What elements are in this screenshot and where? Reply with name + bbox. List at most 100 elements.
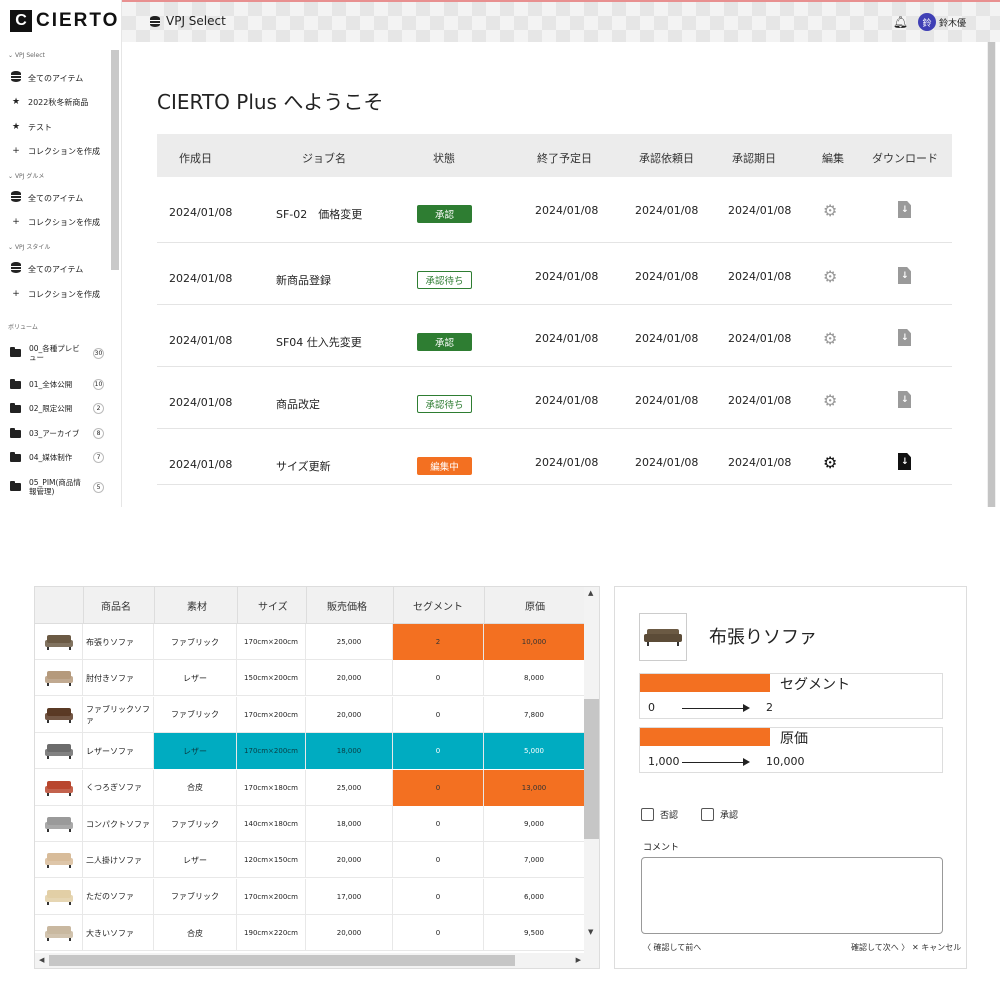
sidebar-section-gourmet[interactable]: ⌄ VPJ グルメ	[8, 171, 44, 180]
volume-item[interactable]: 02_限定公開 2	[10, 402, 110, 414]
confirm-next-link[interactable]: 確認して次へ 〉	[851, 942, 909, 953]
plus-icon: +	[12, 146, 20, 156]
download-icon[interactable]	[898, 267, 911, 284]
col-product-name[interactable]: 商品名	[101, 598, 131, 613]
job-name[interactable]: サイズ更新	[276, 458, 331, 474]
main-scrollbar-thumb[interactable]	[988, 42, 995, 507]
comment-field[interactable]	[641, 857, 943, 934]
reject-label: 否認	[660, 811, 679, 821]
product-row[interactable]: くつろぎソファ 合皮 170cm×180cm 25,000 0 13,000	[35, 769, 585, 806]
col-due-date[interactable]: 承認期日	[732, 150, 776, 166]
sidebar-scrollbar[interactable]	[111, 50, 119, 270]
product-row[interactable]: 二人掛けソファ レザー 120cm×150cm 20,000 0 7,000	[35, 842, 585, 879]
product-row[interactable]: 大きいソファ 合皮 190cm×220cm 20,000 0 9,500	[35, 915, 585, 952]
volume-item[interactable]: 05_PIM(商品情報管理) 5	[10, 478, 110, 496]
sidebar-item-style-all[interactable]: 全てのアイテム	[10, 262, 110, 276]
gear-icon[interactable]: ⚙	[823, 453, 837, 472]
job-end-date: 2024/01/08	[535, 270, 599, 283]
sidebar-item-select-test[interactable]: ★ テスト	[10, 120, 110, 134]
product-segment: 0	[393, 842, 484, 879]
gear-icon[interactable]: ⚙	[823, 201, 837, 220]
product-row[interactable]: 布張りソファ ファブリック 170cm×200cm 25,000 2 10,000	[35, 624, 585, 660]
job-request-date: 2024/01/08	[635, 394, 699, 407]
product-table-hscrollbar[interactable]: ◀ ▶	[35, 953, 599, 968]
col-request-date[interactable]: 承認依頼日	[639, 150, 694, 166]
sidebar-item-select-all[interactable]: 全てのアイテム	[10, 71, 110, 85]
download-icon[interactable]	[898, 391, 911, 408]
cost-to-value: 10,000	[766, 755, 805, 768]
col-cost[interactable]: 原価	[525, 598, 545, 613]
job-row[interactable]: 2024/01/08 SF-02 価格変更 承認 2024/01/08 2024/01/…	[157, 177, 952, 243]
download-icon[interactable]	[898, 201, 911, 218]
col-end-date[interactable]: 終了予定日	[537, 150, 592, 166]
scroll-left-icon[interactable]: ◀	[39, 956, 44, 964]
volume-item[interactable]: 01_全体公開 10	[10, 378, 110, 390]
sidebar-item-gourmet-create[interactable]: + コレクションを作成	[10, 215, 110, 229]
sidebar-section-select[interactable]: ⌄ VPJ Select	[8, 52, 45, 59]
sidebar-section-style[interactable]: ⌄ VPJ スタイル	[8, 242, 50, 251]
download-icon[interactable]	[898, 453, 911, 470]
confirm-prev-link[interactable]: 〈 確認して前へ	[643, 942, 701, 953]
volume-item[interactable]: 03_アーカイブ 8	[10, 427, 110, 439]
product-table-hscroll-thumb[interactable]	[49, 955, 515, 966]
product-material: 合皮	[154, 769, 237, 806]
sidebar-item-select-create[interactable]: + コレクションを作成	[10, 144, 110, 158]
product-row[interactable]: ファブリックソファ ファブリック 170cm×200cm 20,000 0 7,800	[35, 696, 585, 733]
job-name[interactable]: 新商品登録	[276, 272, 331, 288]
job-name[interactable]: 商品改定	[276, 396, 320, 412]
product-thumbnail	[35, 806, 83, 842]
reject-checkbox[interactable]: 否認	[641, 808, 678, 821]
job-due-date: 2024/01/08	[728, 332, 792, 345]
job-created: 2024/01/08	[169, 334, 233, 347]
col-size[interactable]: サイズ	[258, 598, 288, 613]
job-name[interactable]: SF-02 価格変更	[276, 206, 362, 222]
job-name[interactable]: SF04 仕入先変更	[276, 334, 362, 350]
download-icon[interactable]	[898, 329, 911, 346]
logo[interactable]: C CIERTO	[0, 0, 122, 42]
gear-icon[interactable]: ⚙	[823, 267, 837, 286]
avatar[interactable]: 鈴	[918, 13, 936, 31]
product-row[interactable]: ただのソファ ファブリック 170cm×200cm 17,000 0 6,000	[35, 878, 585, 915]
product-table-vscrollbar[interactable]: ▲ ▼	[584, 587, 599, 954]
sofa-icon	[44, 635, 73, 650]
product-cost: 10,000	[484, 624, 585, 660]
job-table: 作成日 ジョブ名 状態 終了予定日 承認依頼日 承認期日 編集 ダウンロード 2…	[157, 134, 952, 485]
gear-icon[interactable]: ⚙	[823, 329, 837, 348]
sidebar-item-gourmet-all[interactable]: 全てのアイテム	[10, 191, 110, 205]
job-row[interactable]: 2024/01/08 SF04 仕入先変更 承認 2024/01/08 2024/01/…	[157, 305, 952, 367]
job-row[interactable]: 2024/01/08 新商品登録 承認待ち 2024/01/08 2024/01/08 2…	[157, 243, 952, 305]
product-row[interactable]: レザーソファ レザー 170cm×200cm 18,000 0 5,000	[35, 733, 585, 770]
job-rows: 2024/01/08 SF-02 価格変更 承認 2024/01/08 2024/01/…	[157, 177, 952, 485]
cancel-link[interactable]: ✕ キャンセル	[912, 942, 961, 953]
job-table-header: 作成日 ジョブ名 状態 終了予定日 承認依頼日 承認期日 編集 ダウンロード	[157, 134, 952, 177]
job-row[interactable]: 2024/01/08 サイズ更新 編集中 2024/01/08 2024/01/08 20…	[157, 429, 952, 485]
col-material[interactable]: 素材	[187, 598, 207, 613]
product-size: 190cm×220cm	[237, 915, 306, 952]
product-row[interactable]: コンパクトソファ ファブリック 140cm×180cm 18,000 0 9,000	[35, 806, 585, 842]
col-status[interactable]: 状態	[433, 150, 455, 166]
volume-item[interactable]: 00_各種プレビュー 30	[10, 344, 110, 362]
approve-checkbox[interactable]: 承認	[701, 808, 738, 821]
sidebar-item-select-2022[interactable]: ★ 2022秋冬新商品	[10, 95, 110, 109]
col-segment[interactable]: セグメント	[413, 598, 463, 613]
gear-icon[interactable]: ⚙	[823, 391, 837, 410]
reject-checkbox-box[interactable]	[641, 808, 654, 821]
scroll-right-icon[interactable]: ▶	[576, 956, 581, 964]
col-job-name[interactable]: ジョブ名	[302, 150, 346, 166]
username[interactable]: 鈴木優	[939, 16, 966, 29]
logo-text: CIERTO	[36, 10, 120, 31]
job-row[interactable]: 2024/01/08 商品改定 承認待ち 2024/01/08 2024/01/08 20…	[157, 367, 952, 429]
product-row[interactable]: 肘付きソファ レザー 150cm×200cm 20,000 0 8,000	[35, 660, 585, 697]
scroll-down-icon[interactable]: ▼	[588, 928, 593, 936]
volume-item[interactable]: 04_媒体制作 7	[10, 451, 110, 463]
bell-icon[interactable]: 🔔︎	[893, 15, 908, 29]
approve-checkbox-box[interactable]	[701, 808, 714, 821]
product-thumbnail	[35, 660, 83, 697]
scroll-up-icon[interactable]: ▲	[588, 589, 593, 597]
col-price[interactable]: 販売価格	[327, 598, 367, 613]
col-created[interactable]: 作成日	[179, 150, 212, 166]
main-scrollbar[interactable]	[987, 42, 996, 507]
workspace-title[interactable]: VPJ Select	[150, 14, 226, 28]
sidebar-item-style-create[interactable]: + コレクションを作成	[10, 287, 110, 301]
product-table-vscroll-thumb[interactable]	[584, 699, 599, 839]
